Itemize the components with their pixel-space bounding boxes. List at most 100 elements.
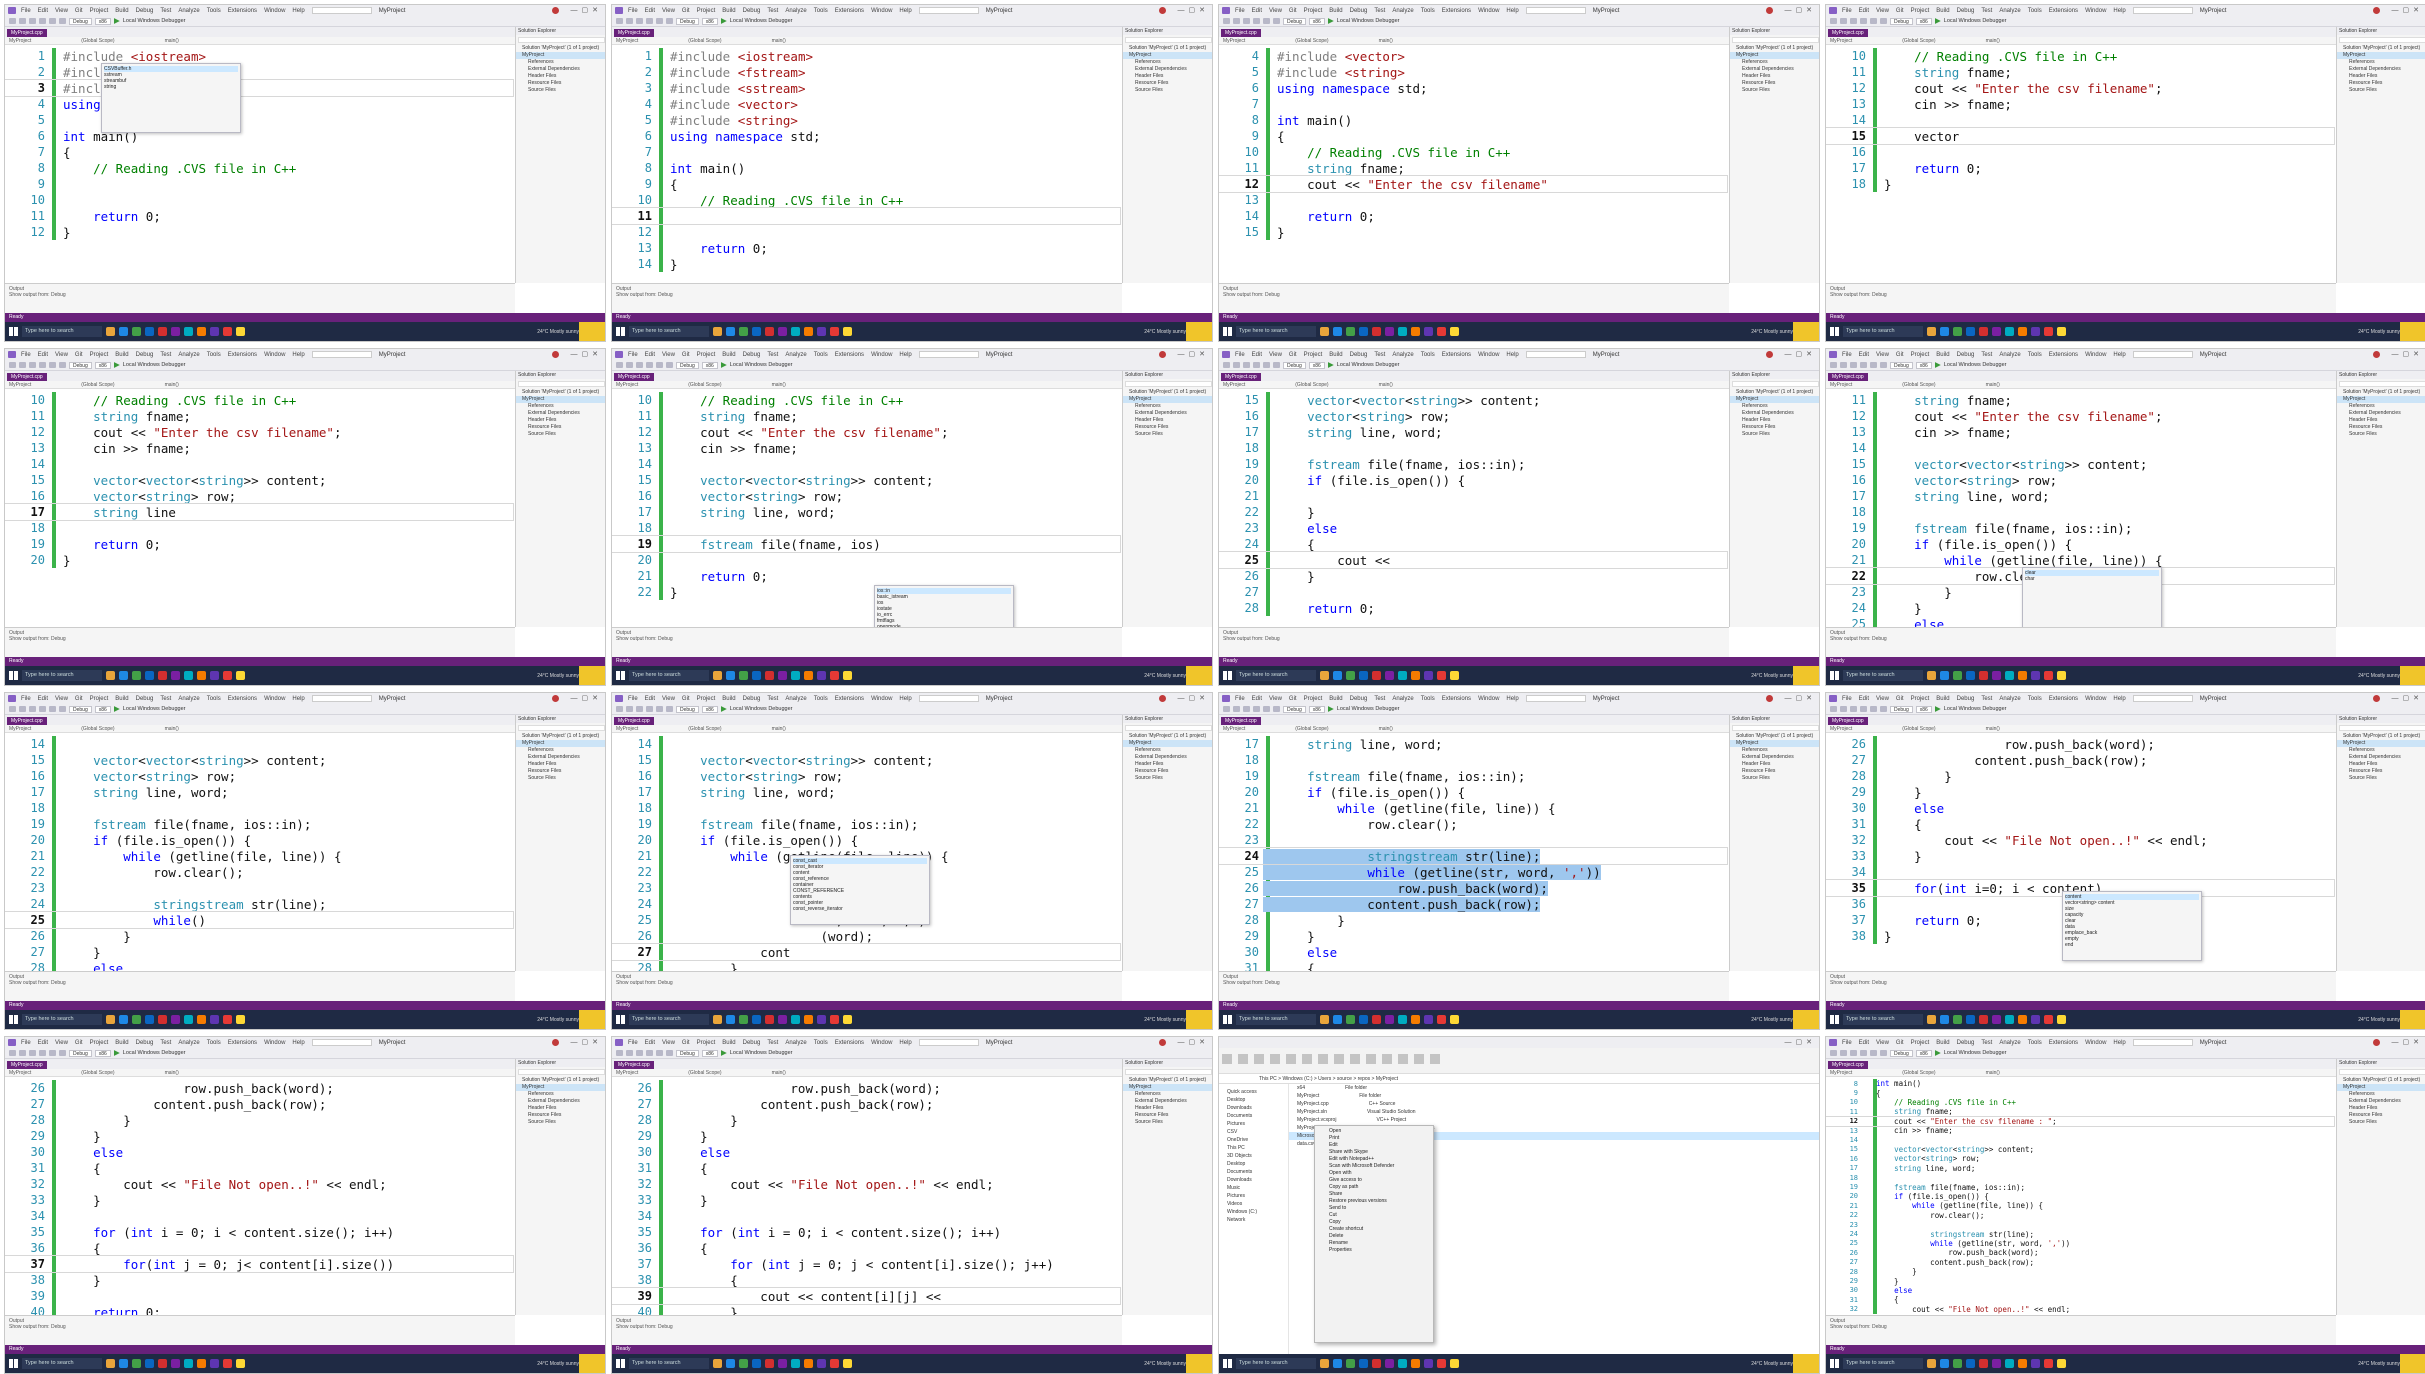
solution-item[interactable]: External Dependencies bbox=[1123, 66, 1212, 73]
toolbar-button-icon[interactable] bbox=[1223, 18, 1230, 24]
toolbar-button-icon[interactable] bbox=[616, 18, 623, 24]
platform-dropdown[interactable]: x86 bbox=[1308, 705, 1325, 713]
menu-item-test[interactable]: Test bbox=[767, 1040, 778, 1046]
window-controls[interactable]: —▢✕ bbox=[571, 6, 602, 14]
platform-dropdown[interactable]: x86 bbox=[1915, 361, 1932, 369]
window-controls[interactable]: —▢✕ bbox=[2392, 350, 2423, 358]
run-button[interactable]: Local Windows Debugger bbox=[1337, 706, 1400, 712]
toolbar-button-icon[interactable] bbox=[19, 1050, 26, 1056]
menu-item-project[interactable]: Project bbox=[697, 352, 716, 358]
taskbar-app-icon[interactable] bbox=[1450, 1015, 1459, 1024]
taskbar-app-icon[interactable] bbox=[1992, 327, 2001, 336]
project-dropdown[interactable]: MyProject bbox=[1223, 38, 1245, 44]
menu-item-git[interactable]: Git bbox=[1289, 696, 1297, 702]
taskbar-app-icon[interactable] bbox=[726, 671, 735, 680]
project-dropdown[interactable]: MyProject bbox=[1830, 1070, 1852, 1076]
taskbar-app-icon[interactable] bbox=[1411, 1359, 1420, 1368]
solution-item[interactable]: Header Files bbox=[1123, 417, 1212, 424]
taskbar-app-icon[interactable] bbox=[830, 671, 839, 680]
menu-item-help[interactable]: Help bbox=[1506, 696, 1518, 702]
menu-item-tools[interactable]: Tools bbox=[2028, 352, 2042, 358]
solution-item[interactable]: MyProject bbox=[1123, 740, 1212, 747]
toolbar-button-icon[interactable] bbox=[1860, 362, 1867, 368]
live-share-icon[interactable] bbox=[1766, 7, 1773, 14]
menu-item-edit[interactable]: Edit bbox=[1252, 696, 1262, 702]
solution-item[interactable]: References bbox=[1123, 403, 1212, 410]
toolbar-button-icon[interactable] bbox=[49, 706, 56, 712]
ribbon-button-icon[interactable] bbox=[1414, 1054, 1424, 1064]
menu-item-build[interactable]: Build bbox=[115, 352, 128, 358]
scope-dropdown[interactable]: (Global Scope) bbox=[688, 38, 721, 44]
toolbar-button-icon[interactable] bbox=[39, 362, 46, 368]
platform-dropdown[interactable]: x86 bbox=[1308, 17, 1325, 25]
taskbar-app-icon[interactable] bbox=[778, 1015, 787, 1024]
intellisense-item[interactable]: const_reverse_iterator bbox=[793, 906, 927, 912]
menu-item-window[interactable]: Window bbox=[2085, 1040, 2106, 1046]
solution-item[interactable]: Resource Files bbox=[516, 80, 605, 87]
menu-item-help[interactable]: Help bbox=[899, 696, 911, 702]
context-menu-item[interactable]: Restore previous versions bbox=[1315, 1198, 1433, 1205]
context-menu-item[interactable]: Share bbox=[1315, 1191, 1433, 1198]
solution-item[interactable]: MyProject bbox=[1730, 396, 1819, 403]
taskbar-app-icon[interactable] bbox=[713, 1359, 722, 1368]
taskbar-app-icon[interactable] bbox=[1424, 1015, 1433, 1024]
menu-item-test[interactable]: Test bbox=[160, 352, 171, 358]
search-input[interactable] bbox=[1525, 351, 1586, 358]
menu-item-test[interactable]: Test bbox=[767, 8, 778, 14]
windows-start-icon[interactable] bbox=[1830, 1015, 1839, 1024]
solution-item[interactable]: Source Files bbox=[1730, 87, 1819, 94]
taskbar-app-icon[interactable] bbox=[713, 671, 722, 680]
solution-item[interactable]: Solution 'MyProject' (1 of 1 project) bbox=[2337, 733, 2425, 740]
menu-item-extensions[interactable]: Extensions bbox=[2049, 696, 2078, 702]
menu-item-build[interactable]: Build bbox=[115, 1040, 128, 1046]
taskbar-app-icon[interactable] bbox=[119, 671, 128, 680]
live-share-icon[interactable] bbox=[1766, 351, 1773, 358]
menu-item-help[interactable]: Help bbox=[292, 696, 304, 702]
context-menu-item[interactable]: Properties bbox=[1315, 1247, 1433, 1254]
solution-item[interactable]: Header Files bbox=[1123, 761, 1212, 768]
solution-item[interactable]: Source Files bbox=[2337, 87, 2425, 94]
live-share-icon[interactable] bbox=[552, 351, 559, 358]
menu-item-analyze[interactable]: Analyze bbox=[785, 696, 806, 702]
toolbar-button-icon[interactable] bbox=[9, 362, 16, 368]
scope-dropdown[interactable]: (Global Scope) bbox=[1295, 382, 1328, 388]
taskbar-app-icon[interactable] bbox=[1320, 671, 1329, 680]
menu-item-edit[interactable]: Edit bbox=[645, 696, 655, 702]
menu-item-project[interactable]: Project bbox=[1911, 352, 1930, 358]
menu-item-tools[interactable]: Tools bbox=[207, 696, 221, 702]
nav-item[interactable]: Downloads bbox=[1219, 1104, 1288, 1112]
taskbar-app-icon[interactable] bbox=[2057, 1359, 2066, 1368]
taskbar-app-icon[interactable] bbox=[726, 1359, 735, 1368]
taskbar-app-icon[interactable] bbox=[106, 1015, 115, 1024]
menu-item-project[interactable]: Project bbox=[1911, 1040, 1930, 1046]
project-dropdown[interactable]: MyProject bbox=[1830, 38, 1852, 44]
menu-item-analyze[interactable]: Analyze bbox=[785, 1040, 806, 1046]
menu-item-file[interactable]: File bbox=[1842, 696, 1852, 702]
toolbar-button-icon[interactable] bbox=[19, 706, 26, 712]
run-icon[interactable] bbox=[1327, 18, 1334, 24]
windows-start-icon[interactable] bbox=[9, 671, 18, 680]
solution-item[interactable]: Header Files bbox=[1123, 73, 1212, 80]
solution-item[interactable]: Source Files bbox=[1123, 775, 1212, 782]
menu-item-window[interactable]: Window bbox=[264, 8, 285, 14]
taskbar-app-icon[interactable] bbox=[817, 1359, 826, 1368]
project-dropdown[interactable]: MyProject bbox=[9, 1070, 31, 1076]
ribbon-button-icon[interactable] bbox=[1286, 1054, 1296, 1064]
code-editor[interactable]: 26 row.push_back(word); 27 content.push_b… bbox=[1826, 733, 2336, 971]
menu-item-extensions[interactable]: Extensions bbox=[228, 8, 257, 14]
solution-item[interactable]: Resource Files bbox=[1730, 80, 1819, 87]
taskbar-app-icon[interactable] bbox=[1437, 1015, 1446, 1024]
taskbar-app-icon[interactable] bbox=[1411, 671, 1420, 680]
toolbar-button-icon[interactable] bbox=[1243, 706, 1250, 712]
menu-item-extensions[interactable]: Extensions bbox=[835, 696, 864, 702]
notification-badge-icon[interactable] bbox=[2400, 322, 2425, 341]
code-editor[interactable]: 14 15 vector<vector<string>> content; 16 v… bbox=[5, 733, 515, 971]
windows-start-icon[interactable] bbox=[1223, 1015, 1232, 1024]
solution-item[interactable]: Source Files bbox=[1123, 1119, 1212, 1126]
config-dropdown[interactable]: Debug bbox=[69, 705, 92, 713]
solution-item[interactable]: Header Files bbox=[516, 417, 605, 424]
run-button[interactable]: Local Windows Debugger bbox=[730, 706, 793, 712]
solution-item[interactable]: References bbox=[516, 747, 605, 754]
menu-item-extensions[interactable]: Extensions bbox=[1442, 696, 1471, 702]
taskbar-app-icon[interactable] bbox=[765, 671, 774, 680]
